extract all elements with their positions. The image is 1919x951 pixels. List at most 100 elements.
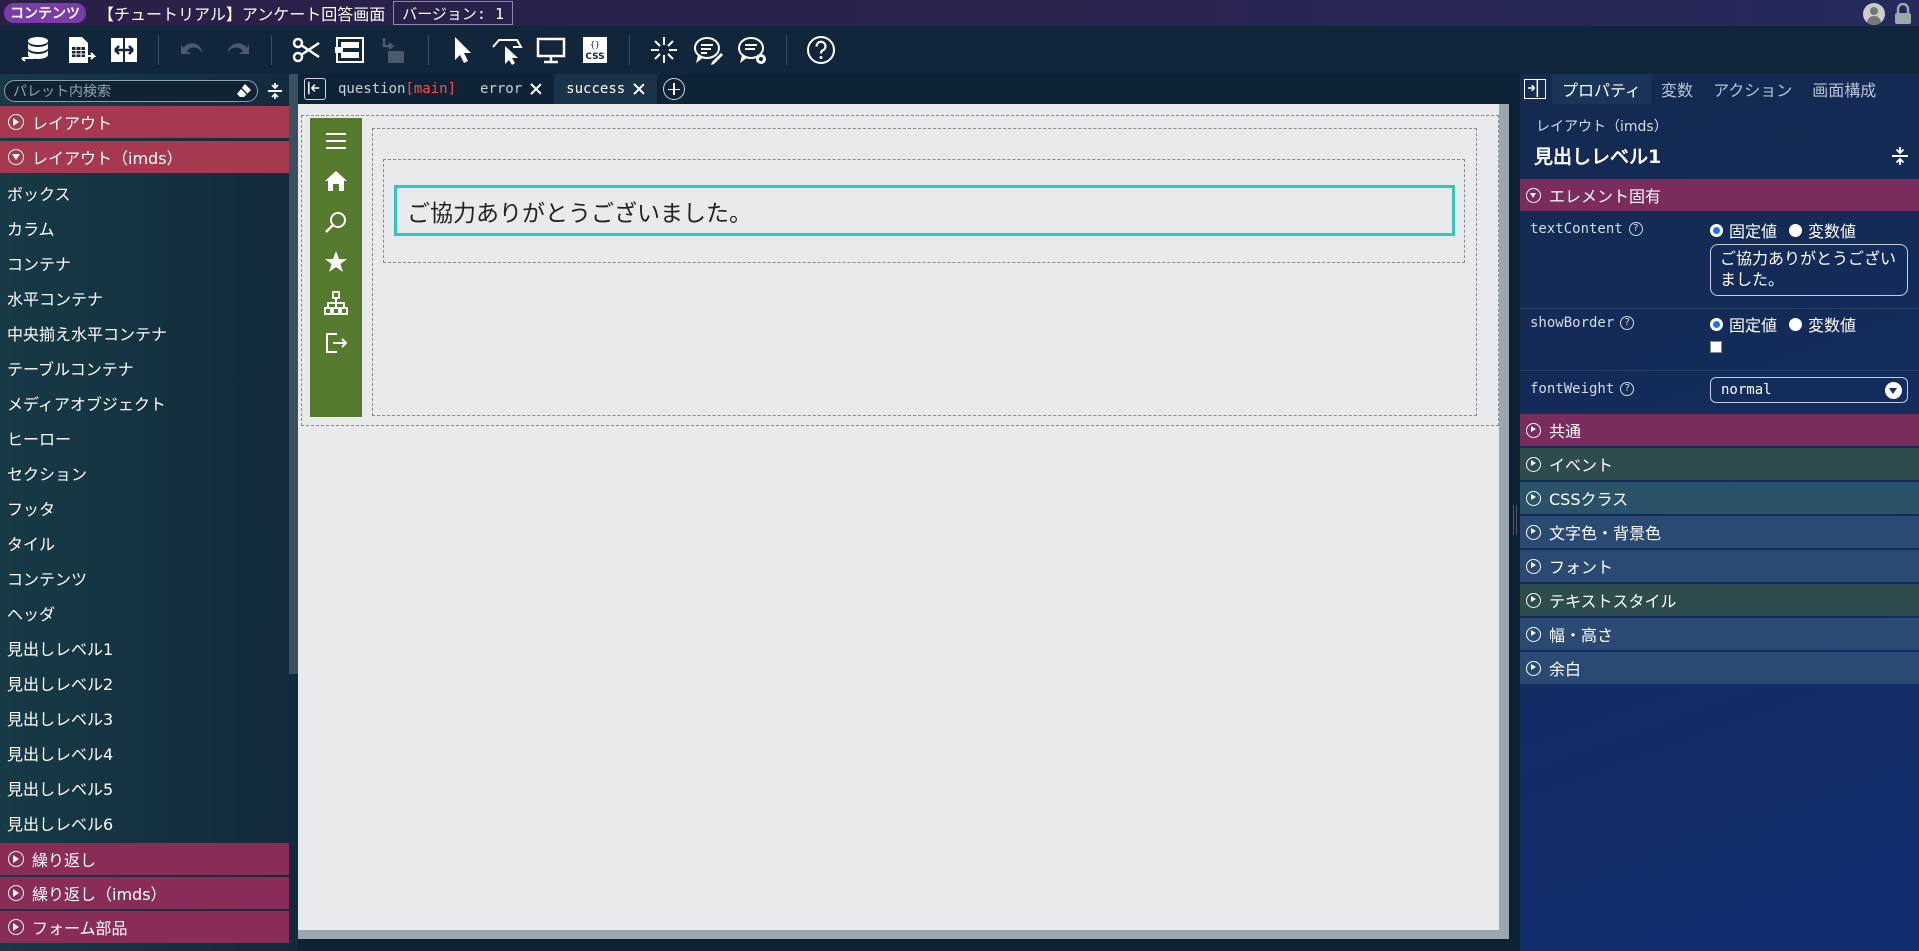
palette-item[interactable]: カラム: [0, 210, 289, 245]
help-icon[interactable]: ?: [1620, 382, 1635, 396]
swap-icon[interactable]: [106, 32, 142, 68]
tab-properties[interactable]: プロパティ: [1552, 74, 1652, 104]
lock-icon[interactable]: [1893, 3, 1913, 25]
tab-success[interactable]: success: [554, 74, 658, 104]
sparkle-icon[interactable]: [646, 32, 682, 68]
section-font[interactable]: フォント: [1520, 550, 1919, 582]
showborder-checkbox[interactable]: [1710, 341, 1722, 353]
textcontent-input[interactable]: ご協力ありがとうございました。: [1710, 244, 1908, 296]
prop-label-fontweight: fontWeight?: [1530, 381, 1635, 397]
tab-screen-structure[interactable]: 画面構成: [1802, 74, 1886, 104]
property-panel-tabs: プロパティ 変数 アクション 画面構成: [1520, 74, 1919, 104]
help-icon[interactable]: ?: [1620, 316, 1635, 330]
palette-item[interactable]: 見出しレベル1: [0, 630, 289, 665]
canvas-vertical-scrollbar[interactable]: [1499, 104, 1509, 930]
preview-monitor-icon[interactable]: [533, 32, 569, 68]
unwrap-icon[interactable]: [376, 32, 412, 68]
palette-group-form-parts[interactable]: フォーム部品: [0, 911, 289, 943]
undo-icon[interactable]: [175, 32, 211, 68]
chevron-down-icon: [1885, 382, 1902, 399]
section-common[interactable]: 共通: [1520, 414, 1919, 446]
radio-variable-value[interactable]: [1789, 223, 1803, 237]
tab-variables[interactable]: 変数: [1651, 74, 1703, 104]
comment-settings-icon[interactable]: [734, 32, 770, 68]
palette-item[interactable]: ヒーロー: [0, 420, 289, 455]
tab-actions[interactable]: アクション: [1703, 74, 1802, 104]
palette-item[interactable]: 中央揃え水平コンテナ: [0, 315, 289, 350]
help-icon[interactable]: ?: [1628, 222, 1643, 236]
panel-resize-handle[interactable]: [1513, 505, 1517, 535]
section-element-specific[interactable]: エレメント固有: [1520, 179, 1919, 211]
palette-group-repeat-imds[interactable]: 繰り返し（imds）: [0, 877, 289, 909]
palette-item[interactable]: 見出しレベル2: [0, 665, 289, 700]
app-badge[interactable]: コンテンツ: [4, 3, 86, 23]
collapse-all-icon[interactable]: [1890, 146, 1910, 166]
canvas-horizontal-scrollbar[interactable]: [298, 930, 1509, 939]
section-label: 共通: [1549, 422, 1582, 441]
palette-item[interactable]: コンテナ: [0, 245, 289, 280]
menu-icon[interactable]: [323, 128, 349, 154]
palette-group-repeat[interactable]: 繰り返し: [0, 843, 289, 875]
tab-label: success: [566, 81, 626, 97]
collapse-icon: [1526, 187, 1541, 203]
version-indicator[interactable]: バージョン: 1: [393, 1, 513, 25]
css-file-icon[interactable]: {} CSS: [577, 32, 613, 68]
close-icon[interactable]: [633, 83, 645, 95]
tab-question[interactable]: question [main]: [326, 74, 468, 104]
help-icon[interactable]: [803, 32, 839, 68]
palette-item[interactable]: ボックス: [0, 175, 289, 210]
palette-item[interactable]: セクション: [0, 455, 289, 490]
close-icon[interactable]: [530, 83, 542, 95]
search-icon[interactable]: [323, 209, 349, 235]
palette-item[interactable]: 見出しレベル6: [0, 805, 289, 840]
section-size[interactable]: 幅・高さ: [1520, 618, 1919, 650]
cut-icon[interactable]: [288, 32, 324, 68]
sitemap-icon[interactable]: [323, 290, 349, 316]
home-icon[interactable]: [323, 168, 349, 194]
wrap-icon[interactable]: [332, 32, 368, 68]
palette-item[interactable]: 見出しレベル5: [0, 770, 289, 805]
radio-variable-value[interactable]: [1789, 317, 1803, 331]
selected-heading-level1[interactable]: ご協力ありがとうございました。: [394, 185, 1455, 236]
radio-fixed-value[interactable]: [1710, 317, 1723, 331]
logout-icon[interactable]: [323, 330, 349, 356]
palette-item[interactable]: タイル: [0, 525, 289, 560]
redo-icon[interactable]: [219, 32, 255, 68]
palette-item[interactable]: 見出しレベル3: [0, 700, 289, 735]
palette-scrollbar[interactable]: [289, 74, 298, 674]
user-avatar-icon[interactable]: [1863, 3, 1885, 25]
tab-error[interactable]: error: [468, 74, 554, 104]
section-colors[interactable]: 文字色・背景色: [1520, 516, 1919, 548]
palette-group-layout-imds[interactable]: レイアウト（imds）: [0, 141, 289, 173]
section-css-class[interactable]: CSSクラス: [1520, 482, 1919, 514]
palette-item[interactable]: コンテンツ: [0, 560, 289, 595]
palette-item[interactable]: フッタ: [0, 490, 289, 525]
palette-item[interactable]: 水平コンテナ: [0, 280, 289, 315]
palette-item[interactable]: メディアオブジェクト: [0, 385, 289, 420]
palette-search-input[interactable]: [13, 83, 233, 99]
section-text-style[interactable]: テキストスタイル: [1520, 584, 1919, 616]
database-sync-icon[interactable]: [18, 32, 54, 68]
element-name: 見出しレベル1: [1534, 146, 1662, 168]
comment-edit-icon[interactable]: [690, 32, 726, 68]
fontweight-select[interactable]: normal: [1710, 377, 1908, 403]
collapse-all-icon[interactable]: [266, 82, 284, 100]
section-events[interactable]: イベント: [1520, 448, 1919, 480]
dock-panel-icon[interactable]: [1524, 79, 1546, 99]
radio-fixed-value[interactable]: [1710, 223, 1723, 237]
section-spacing[interactable]: 余白: [1520, 652, 1919, 684]
palette-item[interactable]: ヘッダ: [0, 595, 289, 630]
palette-item[interactable]: 見出しレベル4: [0, 735, 289, 770]
side-navigation[interactable]: [310, 118, 362, 417]
add-tab-icon[interactable]: [663, 78, 686, 100]
collapse-left-panel-icon[interactable]: [304, 78, 326, 100]
tab-main-marker: [main]: [405, 81, 457, 97]
palette-group-layout[interactable]: レイアウト: [0, 106, 289, 138]
palette-item[interactable]: テーブルコンテナ: [0, 350, 289, 385]
pointer-menu-icon[interactable]: [489, 32, 525, 68]
eraser-icon[interactable]: [236, 82, 252, 98]
star-icon[interactable]: [323, 249, 349, 275]
section-label: 文字色・背景色: [1549, 524, 1662, 543]
select-pointer-icon[interactable]: [445, 32, 481, 68]
export-sheet-icon[interactable]: [62, 32, 98, 68]
